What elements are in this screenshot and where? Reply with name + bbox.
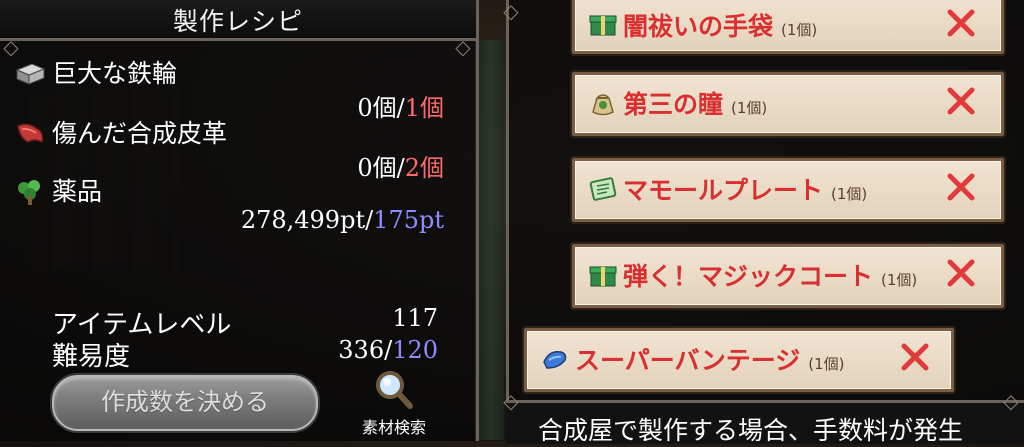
corner-ornament-icon: ◇ xyxy=(3,35,19,59)
craft-item-name: スーパーバンテージ (1個) xyxy=(575,346,845,375)
material-name: 傷んだ合成皮革 xyxy=(52,119,228,148)
decide-quantity-button[interactable]: 作成数を決める xyxy=(52,375,318,431)
material-count: 278,499pt/175pt xyxy=(241,206,444,234)
difficulty-label: 難易度 xyxy=(52,342,131,372)
craft-item-name: 闇祓いの手袋 (1個) xyxy=(623,12,818,41)
craft-item-qty: (1個) xyxy=(731,99,768,117)
craft-item-qty: (1個) xyxy=(808,355,845,373)
craft-item-qty: (1個) xyxy=(781,21,818,39)
remove-x-icon[interactable] xyxy=(943,255,979,291)
herb-icon xyxy=(18,180,40,205)
recipe-title: 製作レシピ xyxy=(172,7,303,36)
gift-box-icon xyxy=(589,266,617,287)
material-row: 薬品 278,499pt/175pt xyxy=(14,176,444,236)
material-row: 傷んだ合成皮革 0個/2個 xyxy=(14,118,444,182)
difficulty-have: 336/ xyxy=(338,336,393,364)
material-need: 175pt xyxy=(373,206,444,234)
corner-ornament-icon: ◇ xyxy=(503,389,519,413)
material-name: 薬品 xyxy=(52,177,103,206)
craft-item-name: 弾く！マジックコート (1個) xyxy=(623,262,918,291)
material-have: 278,499pt/ xyxy=(240,206,374,234)
material-search-label: 素材検索 xyxy=(361,418,426,437)
craft-list-item[interactable]: 第三の瞳 (1個) xyxy=(572,72,1004,136)
background-pillar xyxy=(478,40,504,440)
iron-ring-icon xyxy=(15,63,46,85)
corner-ornament-icon: ◇ xyxy=(455,35,471,59)
craft-list-item[interactable]: マモールプレート (1個) xyxy=(572,158,1004,222)
magnifier-icon xyxy=(376,371,413,409)
material-row: 巨大な鉄輪 0個/1個 xyxy=(14,58,444,122)
craft-list-item[interactable]: 弾く！マジックコート (1個) xyxy=(572,244,1004,308)
bottom-notice-text: 合成屋で製作する場合、手数料が発生 xyxy=(538,416,964,445)
craft-item-qty: (1個) xyxy=(881,271,918,289)
recipe-title-bar: 製作レシピ xyxy=(0,0,476,41)
craft-item-qty: (1個) xyxy=(831,185,868,203)
material-name: 巨大な鉄輪 xyxy=(52,59,178,88)
item-level-value: 117 xyxy=(392,304,438,332)
difficulty-value: 336/120 xyxy=(338,336,438,364)
remove-x-icon[interactable] xyxy=(897,339,933,375)
recipe-panel: 製作レシピ ◇ ◇ 巨大な鉄輪 0個/1個 傷んだ合成皮革 0個/2個 薬品 2… xyxy=(0,0,479,441)
craft-item-name: 第三の瞳 (1個) xyxy=(623,90,768,119)
bottom-notice-bar: 合成屋で製作する場合、手数料が発生 xyxy=(506,400,1024,445)
craft-list-item[interactable]: 闇祓いの手袋 (1個) xyxy=(572,0,1004,54)
corner-ornament-icon: ◇ xyxy=(1003,389,1019,413)
craft-list-item[interactable]: スーパーバンテージ (1個) xyxy=(524,328,954,392)
remove-x-icon[interactable] xyxy=(943,169,979,205)
item-level-row: アイテムレベル 117 xyxy=(52,304,438,340)
remove-x-icon[interactable] xyxy=(943,5,979,41)
gift-box-icon xyxy=(589,15,617,36)
material-search-button[interactable]: 素材検索 xyxy=(352,368,436,438)
craft-item-name: マモールプレート (1個) xyxy=(623,176,868,205)
pouch-icon xyxy=(592,94,614,116)
difficulty-row: 難易度 336/120 xyxy=(52,336,438,372)
plate-icon xyxy=(589,177,617,201)
remove-x-icon[interactable] xyxy=(943,83,979,119)
bandage-icon xyxy=(543,350,567,369)
difficulty-need: 120 xyxy=(392,336,438,364)
leather-icon xyxy=(17,123,44,144)
corner-ornament-icon: ◇ xyxy=(503,0,519,23)
